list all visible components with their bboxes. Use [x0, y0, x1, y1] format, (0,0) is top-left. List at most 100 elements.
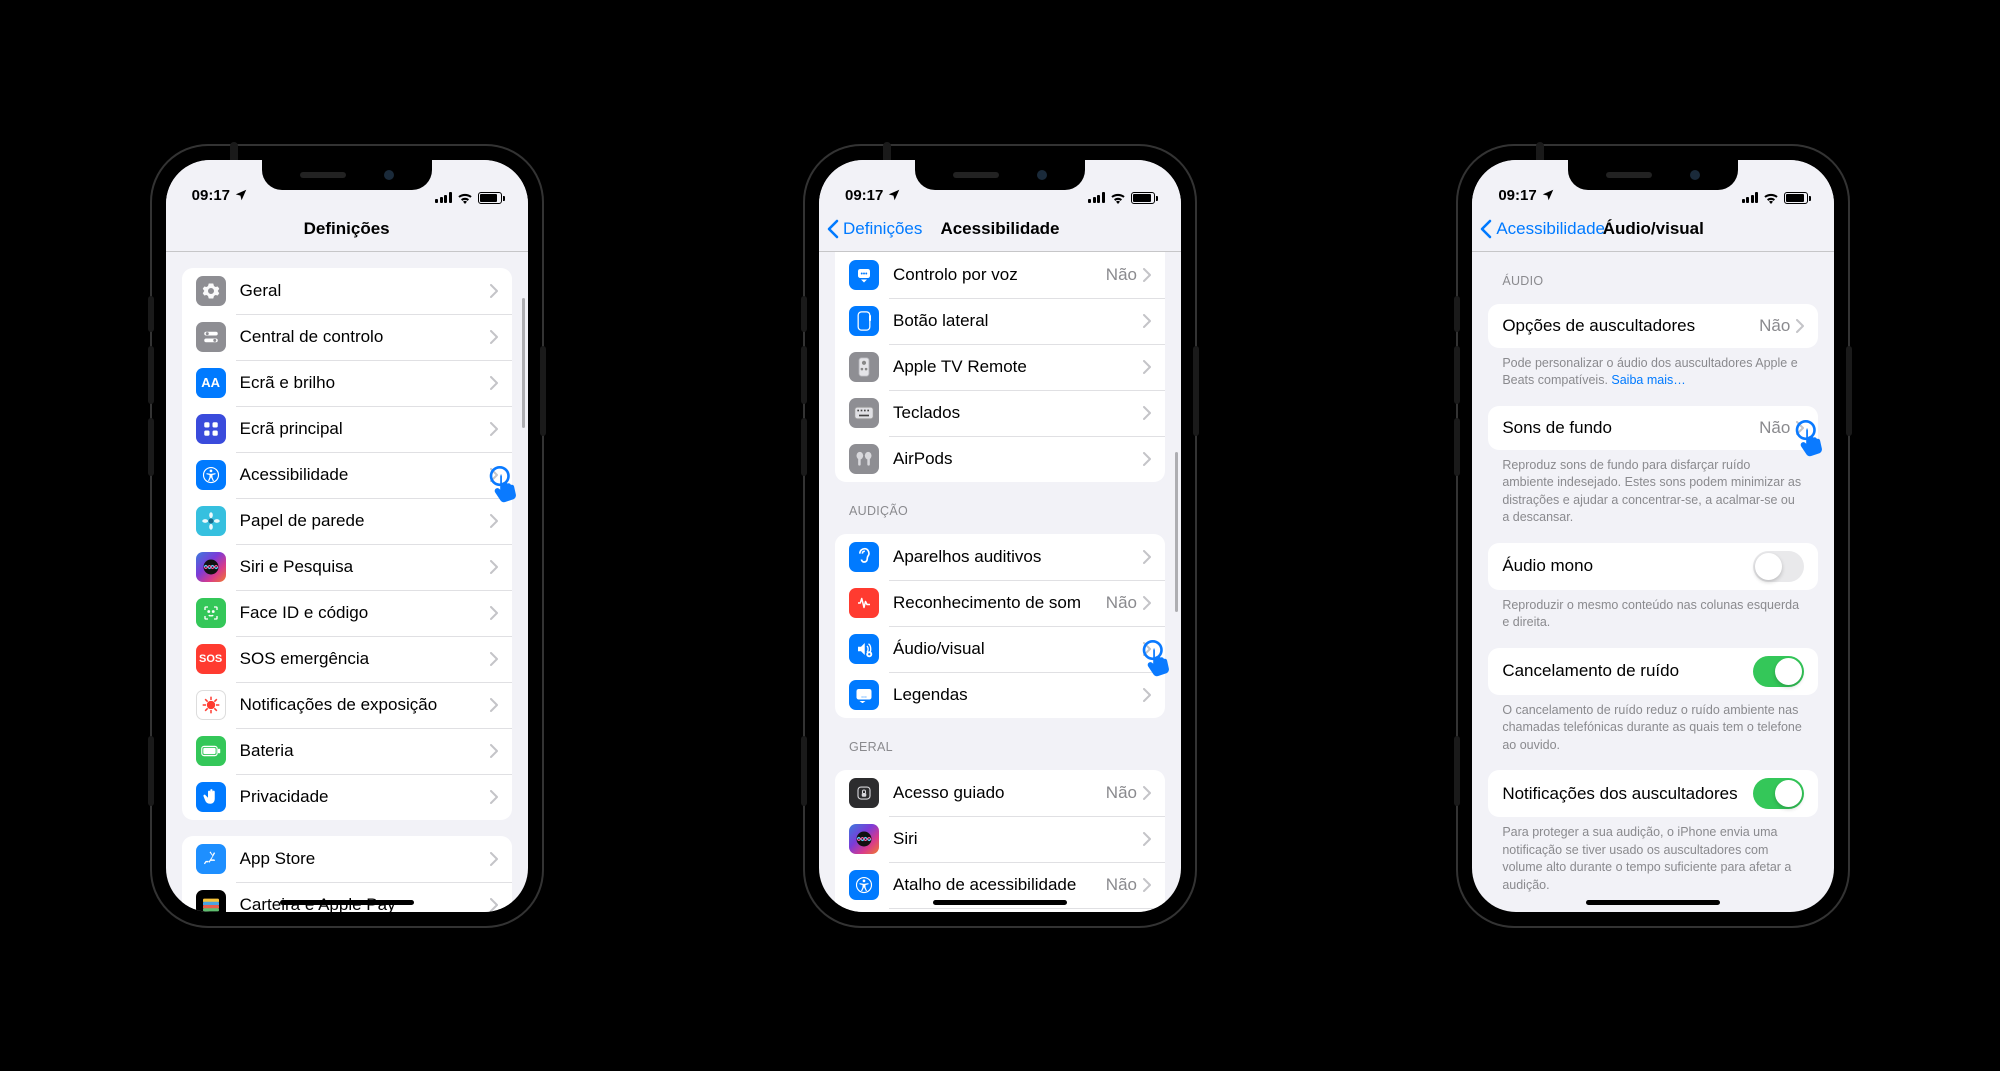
- back-button[interactable]: Definições: [819, 219, 922, 239]
- settings-row[interactable]: Acesso guiadoNão: [835, 770, 1165, 816]
- settings-row[interactable]: Opções de auscultadoresNão: [1488, 304, 1818, 348]
- row-label: Bateria: [240, 741, 490, 761]
- settings-row[interactable]: Aparelhos auditivos: [835, 534, 1165, 580]
- settings-row[interactable]: Geral: [182, 268, 512, 314]
- settings-row[interactable]: Notificações dos auscultadores: [1488, 770, 1818, 817]
- chevron-right-icon: [1143, 688, 1151, 702]
- settings-row[interactable]: AAEcrã e brilho: [182, 360, 512, 406]
- appstore-icon: [196, 844, 226, 874]
- chevron-right-icon: [1796, 421, 1804, 435]
- settings-row[interactable]: Teclados: [835, 390, 1165, 436]
- home-indicator[interactable]: [280, 900, 414, 905]
- chevron-right-icon: [490, 898, 498, 912]
- settings-row[interactable]: Cancelamento de ruído: [1488, 648, 1818, 695]
- home-indicator[interactable]: [933, 900, 1067, 905]
- row-value: Não: [1759, 316, 1790, 336]
- chevron-right-icon: [490, 468, 498, 482]
- chevron-right-icon: [490, 330, 498, 344]
- settings-row[interactable]: Notificações de exposição: [182, 682, 512, 728]
- settings-row[interactable]: AirPods: [835, 436, 1165, 482]
- settings-row[interactable]: Reconhecimento de somNão: [835, 580, 1165, 626]
- chevron-right-icon: [1143, 550, 1151, 564]
- cellular-icon: [1088, 192, 1105, 203]
- toggle-switch[interactable]: [1753, 778, 1804, 809]
- chevron-right-icon: [1143, 642, 1151, 656]
- battery-icon: [1784, 192, 1808, 204]
- section-footer: O cancelamento de ruído reduz o ruído am…: [1488, 695, 1818, 755]
- nav-bar: Definições: [166, 208, 528, 252]
- nav-bar: Definições Acessibilidade: [819, 208, 1181, 252]
- grid-icon: [196, 414, 226, 444]
- section-footer: Para proteger a sua audição, o iPhone en…: [1488, 817, 1818, 894]
- svg-text:…: …: [861, 693, 867, 699]
- back-label: Acessibilidade: [1496, 219, 1605, 239]
- row-value: Não: [1106, 265, 1137, 285]
- chevron-right-icon: [490, 376, 498, 390]
- battery-icon: [196, 736, 226, 766]
- back-button[interactable]: Acessibilidade: [1472, 219, 1605, 239]
- settings-row[interactable]: Papel de parede: [182, 498, 512, 544]
- notch: [262, 160, 432, 190]
- virus-icon: [196, 690, 226, 720]
- row-label: Áudio mono: [1502, 556, 1753, 576]
- cellular-icon: [435, 192, 452, 203]
- row-label: Reconhecimento de som: [893, 593, 1106, 613]
- row-label: Privacidade: [240, 787, 490, 807]
- home-indicator[interactable]: [1586, 900, 1720, 905]
- chevron-right-icon: [490, 652, 498, 666]
- siri-icon: [196, 552, 226, 582]
- settings-row[interactable]: Definições por aplicação: [835, 908, 1165, 912]
- aa-icon: AA: [196, 368, 226, 398]
- settings-row[interactable]: Botão lateral: [835, 298, 1165, 344]
- battery-icon: [1131, 192, 1155, 204]
- sos-icon: SOS: [196, 644, 226, 674]
- chevron-right-icon: [1143, 596, 1151, 610]
- back-label: Definições: [843, 219, 922, 239]
- row-label: Opções de auscultadores: [1502, 316, 1759, 336]
- row-label: Notificações dos auscultadores: [1502, 784, 1753, 804]
- settings-row[interactable]: Face ID e código: [182, 590, 512, 636]
- wifi-icon: [457, 192, 473, 204]
- settings-row[interactable]: Controlo por vozNão: [835, 252, 1165, 298]
- settings-row[interactable]: SOS SOS emergência: [182, 636, 512, 682]
- learn-more-link[interactable]: Saiba mais…: [1611, 373, 1685, 387]
- status-time: 09:17: [1498, 187, 1536, 204]
- settings-row[interactable]: Sons de fundoNão: [1488, 406, 1818, 450]
- settings-row[interactable]: Áudio/visual: [835, 626, 1165, 672]
- voice-icon: [849, 260, 879, 290]
- settings-group: Aparelhos auditivosReconhecimento de som…: [835, 534, 1165, 718]
- settings-group: Acesso guiadoNãoSiriAtalho de acessibili…: [835, 770, 1165, 912]
- settings-row[interactable]: …Legendas: [835, 672, 1165, 718]
- settings-row[interactable]: Privacidade: [182, 774, 512, 820]
- accessibility-icon: [849, 870, 879, 900]
- settings-row[interactable]: Apple TV Remote: [835, 344, 1165, 390]
- row-label: Botão lateral: [893, 311, 1143, 331]
- settings-row[interactable]: App Store: [182, 836, 512, 882]
- settings-row[interactable]: Central de controlo: [182, 314, 512, 360]
- phone-frame-1: 09:17 Definições GeralCentral de control…: [152, 146, 542, 926]
- settings-row[interactable]: Siri: [835, 816, 1165, 862]
- settings-row[interactable]: Bateria: [182, 728, 512, 774]
- row-value: Não: [1106, 783, 1137, 803]
- row-label: Acessibilidade: [240, 465, 490, 485]
- settings-row[interactable]: Ecrã principal: [182, 406, 512, 452]
- captions-icon: …: [849, 680, 879, 710]
- chevron-right-icon: [490, 606, 498, 620]
- settings-row[interactable]: Acessibilidade: [182, 452, 512, 498]
- toggle-switch[interactable]: [1753, 551, 1804, 582]
- settings-row[interactable]: Siri e Pesquisa: [182, 544, 512, 590]
- row-label: SOS emergência: [240, 649, 490, 669]
- settings-group: Áudio mono: [1488, 543, 1818, 590]
- settings-row[interactable]: Áudio mono: [1488, 543, 1818, 590]
- chevron-right-icon: [490, 744, 498, 758]
- chevron-right-icon: [1143, 360, 1151, 374]
- row-label: Siri e Pesquisa: [240, 557, 490, 577]
- settings-row[interactable]: Carteira e Apple Pay: [182, 882, 512, 912]
- toggle-switch[interactable]: [1753, 656, 1804, 687]
- gear-icon: [196, 276, 226, 306]
- row-label: Sons de fundo: [1502, 418, 1759, 438]
- chevron-right-icon: [490, 852, 498, 866]
- row-label: Controlo por voz: [893, 265, 1106, 285]
- accessibility-icon: [196, 460, 226, 490]
- row-label: Ecrã principal: [240, 419, 490, 439]
